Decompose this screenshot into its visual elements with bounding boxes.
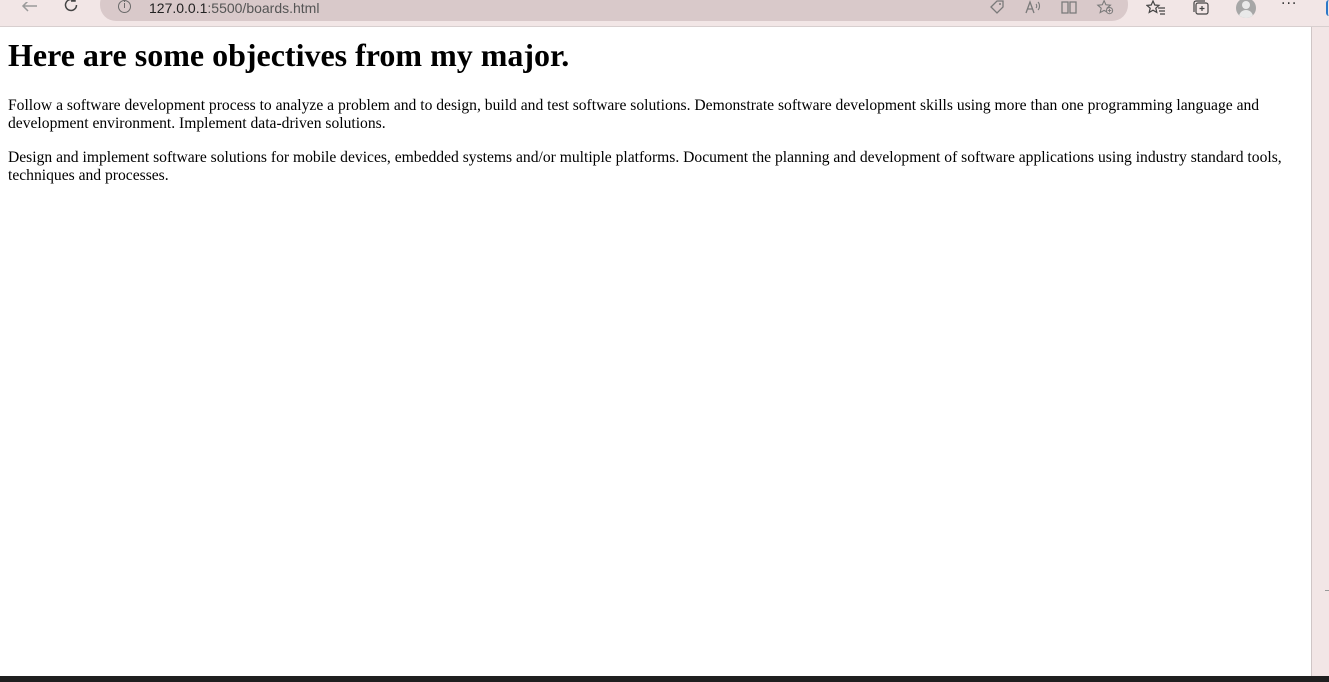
page-title: Here are some objectives from my major. [8,37,570,73]
taskbar-edge [0,676,1329,682]
back-arrow-icon [21,2,37,12]
add-favorite-icon[interactable] [1096,0,1114,16]
url-text[interactable]: 127.0.0.1:5500/boards.html [149,0,319,16]
tag-icon[interactable] [988,0,1006,16]
info-icon[interactable]: i [118,0,131,13]
address-bar[interactable]: i 127.0.0.1:5500/boards.html [100,0,1128,21]
reader-view-icon[interactable] [1060,0,1078,16]
browser-toolbar: i 127.0.0.1:5500/boards.html ··· [0,0,1329,27]
favorites-icon[interactable] [1145,0,1167,18]
page-content: Here are some objectives from my major. … [8,27,1303,185]
objective-paragraph-2: Design and implement software solutions … [8,149,1282,184]
objective-paragraph-1: Follow a software development process to… [8,97,1260,132]
profile-avatar[interactable] [1236,0,1256,18]
more-options-icon[interactable]: ··· [1281,0,1297,12]
collections-icon[interactable] [1190,0,1212,18]
browser-sidebar-gutter [1311,27,1329,676]
avatar-body [1239,10,1253,18]
refresh-button[interactable] [58,0,84,18]
back-button[interactable] [16,0,42,18]
gutter-divider [1325,590,1329,591]
read-aloud-icon[interactable] [1024,0,1042,16]
url-host: 127.0.0.1 [149,0,208,16]
refresh-icon [64,0,78,12]
url-path: :5500/boards.html [207,0,320,16]
avatar-head [1242,1,1250,9]
